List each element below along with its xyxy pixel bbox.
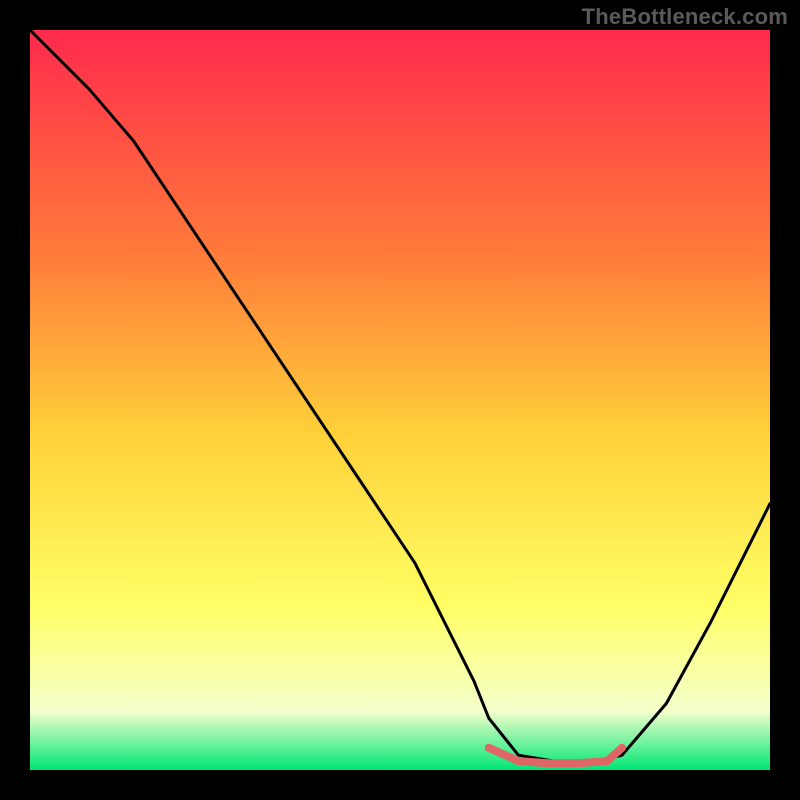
watermark-text: TheBottleneck.com <box>582 4 788 30</box>
chart-frame: TheBottleneck.com <box>0 0 800 800</box>
plot-area <box>30 30 770 770</box>
chart-svg <box>30 30 770 770</box>
gradient-background <box>30 30 770 770</box>
